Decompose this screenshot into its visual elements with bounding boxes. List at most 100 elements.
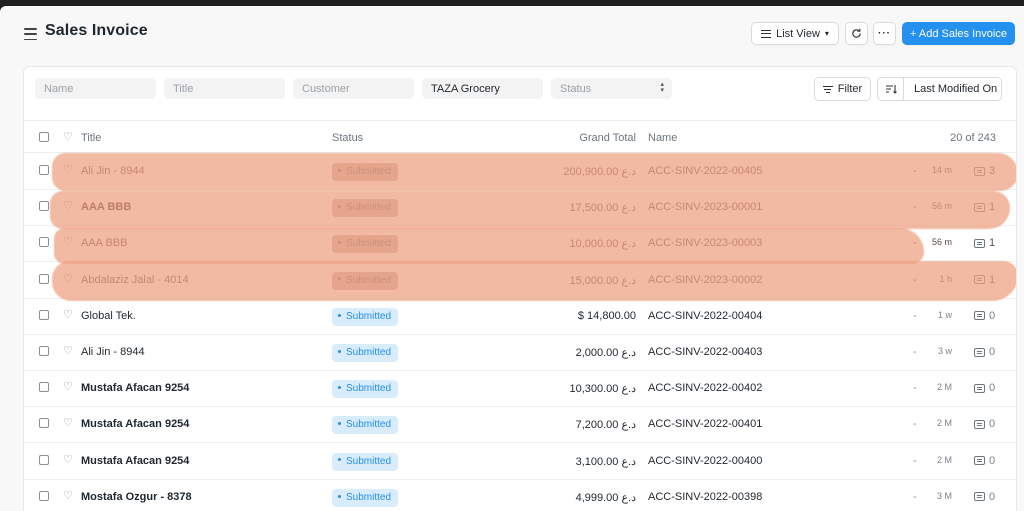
customer-filter-input[interactable]: Customer <box>293 78 414 99</box>
row-title[interactable]: Mustafa Afacan 9254 <box>81 418 189 430</box>
row-checkbox[interactable] <box>39 309 49 320</box>
heart-icon[interactable]: ♡ <box>63 489 73 502</box>
title-filter-input[interactable]: Title <box>164 78 285 99</box>
row-grand-total: $ 14,800.00 <box>577 309 636 322</box>
row-title[interactable]: AAA BBB <box>81 201 131 213</box>
row-title[interactable]: Mostafa Ozgur - 8378 <box>81 491 192 503</box>
refresh-button[interactable] <box>845 22 868 45</box>
status-badge: Submitted <box>332 163 399 181</box>
row-checkbox[interactable] <box>39 382 49 393</box>
row-name: ACC-SINV-2023-00002 <box>648 273 763 286</box>
sort-order-icon[interactable] <box>878 78 904 100</box>
row-name: ACC-SINV-2022-00404 <box>648 309 763 322</box>
row-assignee: - <box>913 346 917 358</box>
comment-count: 0 <box>989 309 996 322</box>
table-row[interactable]: ♡ Abdalaziz Jalal - 4014 Submitted 15,000.0… <box>24 263 1016 299</box>
row-title[interactable]: Ali Jin - 8944 <box>81 165 145 177</box>
heart-icon[interactable]: ♡ <box>63 130 73 143</box>
row-grand-total: 2,000.00 د.ع <box>575 347 636 359</box>
company-filter-input[interactable]: TAZA Grocery <box>422 78 543 99</box>
table-row[interactable]: ♡ Mustafa Afacan 9254 Submitted 7,200.00 د.… <box>24 407 1016 444</box>
table-row[interactable]: ♡ AAA BBB Submitted 17,500.00 د.ع ACC-SINV-2… <box>24 190 1016 227</box>
status-badge-label: Submitted <box>346 419 392 431</box>
table-row[interactable]: ♡ Ali Jin - 8944 Submitted 200,900.00 د.ع AC… <box>24 154 1016 190</box>
sort-selector[interactable]: Last Modified On <box>877 77 1002 101</box>
heart-icon[interactable]: ♡ <box>63 199 73 212</box>
row-title[interactable]: Mustafa Afacan 9254 <box>81 382 189 394</box>
table-row[interactable]: ♡ Mustafa Afacan 9254 Submitted 3,100.00 د.… <box>24 444 1016 480</box>
select-all-checkbox[interactable] <box>39 132 49 142</box>
comment-icon <box>974 166 985 176</box>
row-comments[interactable]: 3 <box>974 165 995 177</box>
row-modified-time: 2 M <box>936 418 952 429</box>
title-header: Title <box>81 132 102 144</box>
row-checkbox[interactable] <box>39 237 49 248</box>
heart-icon[interactable]: ♡ <box>63 272 73 285</box>
row-checkbox[interactable] <box>39 454 49 465</box>
more-button[interactable]: ··· <box>873 22 896 45</box>
status-badge: Submitted <box>332 452 399 471</box>
row-grand-total: 17,500.00 د.ع <box>569 202 636 215</box>
row-comments[interactable]: 0 <box>974 382 995 394</box>
row-modified-time: 2 M <box>936 382 952 393</box>
heart-icon[interactable]: ♡ <box>63 380 73 393</box>
row-comments[interactable]: 0 <box>974 455 995 467</box>
row-comments[interactable]: 1 <box>974 201 995 213</box>
list-view-button[interactable]: List View ▾ <box>751 22 839 45</box>
heart-icon[interactable]: ♡ <box>63 163 73 176</box>
heart-icon[interactable]: ♡ <box>63 308 73 321</box>
comment-icon <box>974 275 985 285</box>
row-name: ACC-SINV-2022-00402 <box>648 382 763 395</box>
row-title[interactable]: Global Tek. <box>81 310 136 322</box>
row-title[interactable]: Abdalaziz Jalal - 4014 <box>81 274 189 286</box>
row-checkbox[interactable] <box>39 165 49 175</box>
chevron-down-icon: ▾ <box>824 29 829 38</box>
comment-icon <box>974 347 985 357</box>
table-row[interactable]: ♡ Ali Jin - 8944 Submitted 2,000.00 د.ع ACC-… <box>24 335 1016 371</box>
sort-label: Last Modified On <box>914 83 998 95</box>
comment-count: 0 <box>989 454 996 467</box>
status-filter-select[interactable]: Status ▴ ▾ <box>551 78 672 99</box>
table-row[interactable]: ♡ Mostafa Ozgur - 8378 Submitted 4,999.00 د… <box>24 480 1016 511</box>
row-comments[interactable]: 0 <box>974 346 995 358</box>
add-sales-invoice-button[interactable]: + Add Sales Invoice <box>902 22 1015 45</box>
row-name: ACC-SINV-2022-00403 <box>648 346 763 358</box>
row-assignee: - <box>913 490 917 503</box>
row-checkbox[interactable] <box>39 273 49 284</box>
filter-button[interactable]: Filter <box>814 77 871 101</box>
row-checkbox[interactable] <box>39 490 49 501</box>
table-row[interactable]: ♡ Mustafa Afacan 9254 Submitted 10,300.00 د… <box>24 371 1016 408</box>
row-name: ACC-SINV-2022-00401 <box>648 418 763 431</box>
row-comments[interactable]: 1 <box>974 274 995 286</box>
status-badge: Submitted <box>332 416 399 435</box>
status-badge: Submitted <box>332 199 399 218</box>
table-row[interactable]: ♡ AAA BBB Submitted 10,000.00 د.ع ACC-SINV-2… <box>24 226 1016 263</box>
comment-count: 0 <box>989 490 996 503</box>
app-frame: Sales Invoice List View ▾ ··· + Add Sale… <box>0 6 1024 511</box>
status-badge: Submitted <box>332 380 399 399</box>
row-checkbox[interactable] <box>39 346 49 356</box>
filter-icon <box>822 85 833 94</box>
page-header: Sales Invoice List View ▾ ··· + Add Sale… <box>0 6 1024 62</box>
row-modified-time: 2 M <box>936 454 952 465</box>
row-checkbox[interactable] <box>39 418 49 429</box>
status-badge-label: Submitted <box>346 455 392 467</box>
row-checkbox[interactable] <box>39 201 49 212</box>
table-row[interactable]: ♡ Global Tek. Submitted $ 14,800.00 ACC-SINV… <box>24 299 1016 335</box>
row-comments[interactable]: 0 <box>974 310 995 322</box>
heart-icon[interactable]: ♡ <box>63 453 73 466</box>
row-comments[interactable]: 0 <box>974 418 995 430</box>
row-comments[interactable]: 0 <box>974 491 995 503</box>
heart-icon[interactable]: ♡ <box>63 344 73 357</box>
row-name: ACC-SINV-2023-00001 <box>648 201 763 214</box>
name-filter-input[interactable]: Name <box>35 78 156 99</box>
menu-icon[interactable] <box>24 28 37 40</box>
row-title[interactable]: Mustafa Afacan 9254 <box>81 455 189 467</box>
row-title[interactable]: AAA BBB <box>81 237 127 249</box>
heart-icon[interactable]: ♡ <box>63 235 73 248</box>
heart-icon[interactable]: ♡ <box>63 416 73 429</box>
row-assignee: - <box>913 273 917 286</box>
row-comments[interactable]: 1 <box>974 237 995 249</box>
row-title[interactable]: Ali Jin - 8944 <box>81 346 145 358</box>
status-badge: Submitted <box>332 488 399 507</box>
